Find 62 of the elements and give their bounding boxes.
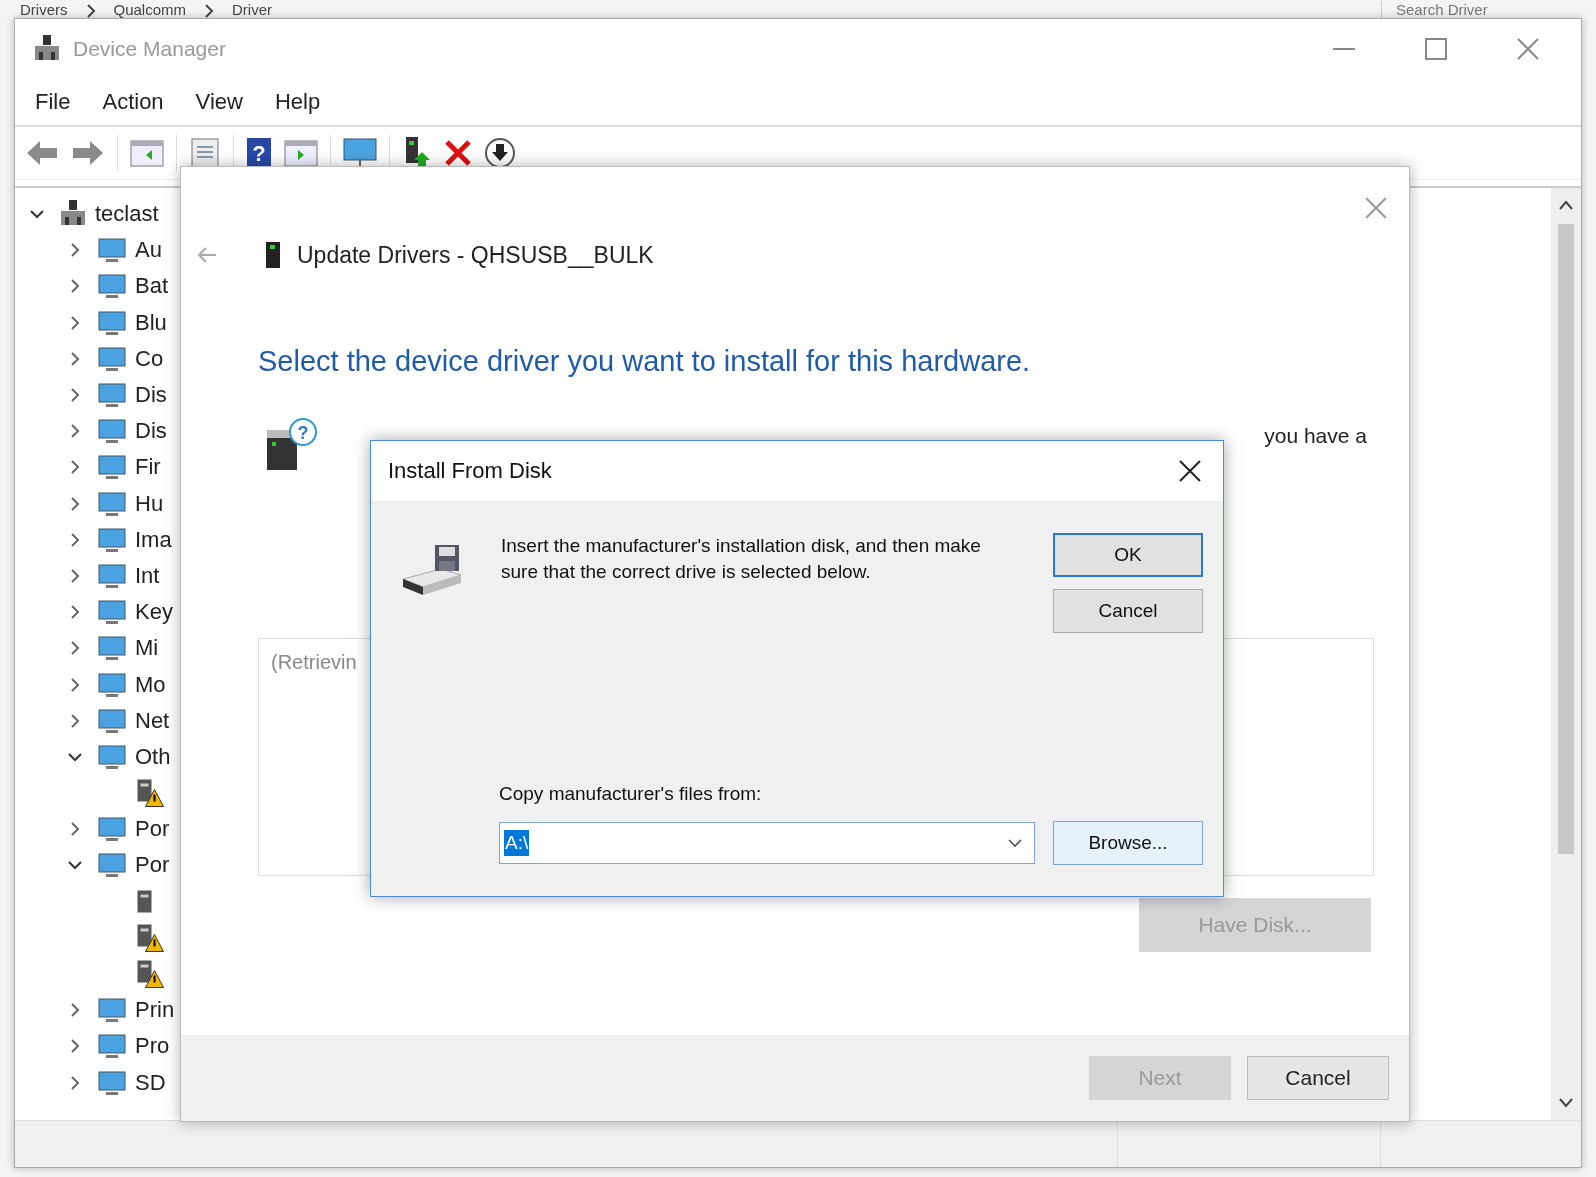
chevron-icon	[85, 3, 96, 18]
breadcrumb-item[interactable]: Driver	[232, 0, 273, 18]
cancel-button[interactable]: Cancel	[1053, 589, 1203, 633]
tree-item[interactable]: Oth	[135, 743, 171, 770]
chevron-icon	[204, 3, 215, 18]
menu-item[interactable]: File	[35, 89, 71, 115]
menu-item[interactable]: Action	[102, 89, 164, 115]
tree-item[interactable]: Dis	[135, 382, 167, 409]
tree-item[interactable]: Au	[135, 237, 162, 264]
tree-item[interactable]: Co	[135, 345, 164, 372]
tree-item[interactable]: Bat	[135, 273, 169, 300]
menu-item[interactable]: View	[195, 89, 243, 115]
dropdown-icon[interactable]	[1008, 838, 1022, 848]
properties-icon[interactable]	[189, 137, 221, 169]
tree-item[interactable]: Por	[135, 852, 170, 879]
browse-button[interactable]: Browse...	[1053, 821, 1203, 865]
monitor-icon[interactable]	[343, 137, 377, 169]
help-icon[interactable]: ?	[246, 137, 272, 169]
search-field[interactable]: Search Driver	[1381, 0, 1546, 18]
tree-item[interactable]: Net	[135, 707, 170, 734]
tree-item[interactable]: Int	[135, 562, 160, 589]
window-title: Device Manager	[73, 37, 226, 61]
back-arrow-icon[interactable]	[25, 139, 59, 167]
breadcrumb-item[interactable]: Drivers	[20, 0, 68, 18]
cancel-button[interactable]: Cancel	[1247, 1056, 1389, 1100]
tree-item[interactable]: Key	[135, 599, 173, 626]
tree-item[interactable]: Fir	[135, 454, 161, 481]
tree-item[interactable]: teclast	[95, 201, 159, 228]
device-icon	[265, 241, 281, 269]
tree-item[interactable]: Ima	[135, 526, 172, 553]
tree-item[interactable]: Hu	[135, 490, 164, 517]
tree-item[interactable]: Blu	[135, 309, 167, 336]
wizard-heading: Select the device driver you want to install for this hardware.	[258, 345, 1032, 378]
forward-arrow-icon[interactable]	[71, 139, 105, 167]
scroll-down-icon[interactable]	[1559, 1098, 1573, 1108]
menu-item[interactable]: Help	[274, 89, 321, 115]
tree-item[interactable]: Mi	[135, 635, 159, 662]
breadcrumb-item[interactable]: Qualcomm	[113, 0, 187, 18]
minimize-icon[interactable]	[1333, 47, 1355, 51]
delete-icon[interactable]	[444, 139, 472, 167]
tree-item[interactable]: Pro	[135, 1033, 170, 1060]
field-label: Copy manufacturer's files from:	[499, 783, 763, 805]
maximize-icon[interactable]	[1425, 38, 1447, 60]
dialog-message: Insert the manufacturer's installation disk, and then make sure that the correct drive is selected below.	[501, 534, 982, 584]
path-value: A:\	[504, 830, 530, 856]
ok-button[interactable]: OK	[1053, 533, 1203, 577]
scroll-up-icon[interactable]	[1559, 200, 1573, 210]
list-status-text: (Retrievin	[271, 651, 357, 674]
tree-item[interactable]: Prin	[135, 997, 175, 1024]
path-combobox[interactable]: A:\	[499, 822, 1035, 864]
tree-item[interactable]: Por	[135, 816, 170, 843]
close-icon[interactable]	[1179, 460, 1201, 482]
wizard-title: Update Drivers - QHSUSB__BULK	[297, 241, 654, 269]
pane-icon[interactable]	[284, 138, 318, 168]
tree-item[interactable]: Dis	[135, 418, 167, 445]
pane-icon[interactable]	[130, 138, 164, 168]
instruction-text: you have a	[1264, 424, 1367, 448]
dialog-title: Install From Disk	[388, 458, 552, 484]
scrollbar[interactable]	[1551, 188, 1581, 1120]
tree-item[interactable]: Mo	[135, 671, 166, 698]
tree-item[interactable]: SD	[135, 1069, 166, 1096]
scrollbar-thumb[interactable]	[1558, 224, 1574, 854]
